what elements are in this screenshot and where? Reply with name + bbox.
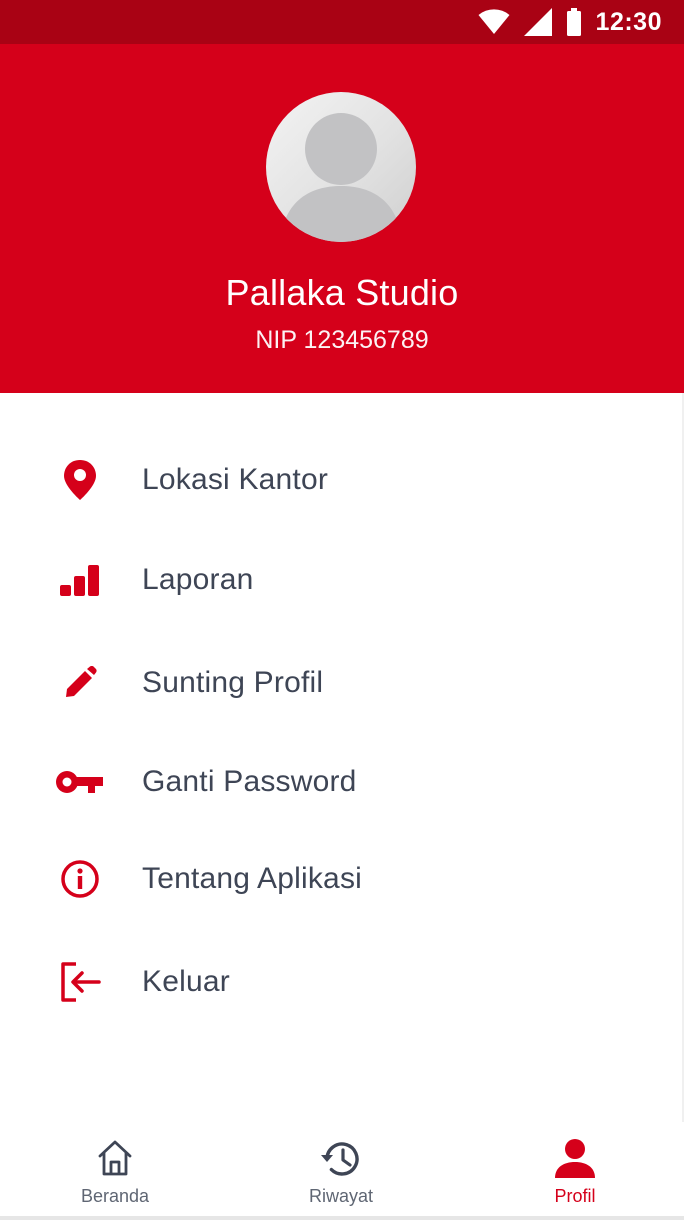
- menu-item-laporan[interactable]: Laporan: [0, 535, 684, 625]
- home-icon: [25, 1138, 205, 1182]
- menu-item-label: Sunting Profil: [142, 666, 324, 699]
- tab-label: Beranda: [80, 1186, 150, 1206]
- bottom-navigation: Beranda Riwayat Profil: [0, 1122, 684, 1218]
- status-time: 12:30: [595, 7, 662, 36]
- user-name: Pallaka Studio: [225, 272, 459, 313]
- bar-chart-icon: [50, 550, 110, 610]
- menu-item-label: Keluar: [142, 965, 230, 998]
- menu-item-label: Tentang Aplikasi: [142, 862, 363, 895]
- info-icon: [50, 849, 110, 909]
- menu-item-label: Laporan: [142, 563, 254, 596]
- menu-item-ganti-password[interactable]: Ganti Password: [0, 737, 684, 827]
- status-bar: 12:30: [0, 0, 684, 44]
- person-icon: [485, 1138, 665, 1182]
- menu-item-tentang-aplikasi[interactable]: Tentang Aplikasi: [0, 834, 684, 924]
- default-avatar-icon: [280, 113, 402, 242]
- menu-item-label: Ganti Password: [142, 765, 357, 798]
- location-pin-icon: [50, 450, 110, 510]
- key-icon: [50, 752, 110, 812]
- avatar[interactable]: [266, 92, 416, 242]
- tab-beranda[interactable]: Beranda: [25, 1122, 205, 1218]
- tab-label: Profil: [554, 1186, 596, 1206]
- user-nip: NIP 123456789: [255, 326, 429, 354]
- cellular-signal-icon: [523, 8, 552, 36]
- menu-item-keluar[interactable]: Keluar: [0, 937, 684, 1027]
- menu-item-sunting-profil[interactable]: Sunting Profil: [0, 638, 684, 728]
- tab-label: Riwayat: [308, 1186, 374, 1206]
- tab-riwayat[interactable]: Riwayat: [251, 1122, 431, 1218]
- menu-item-lokasi-kantor[interactable]: Lokasi Kantor: [0, 435, 684, 525]
- pencil-icon: [50, 653, 110, 713]
- tab-profil[interactable]: Profil: [485, 1122, 665, 1218]
- profile-screen: 12:30 Pallaka Studio NIP 123456789 Lokas…: [0, 0, 684, 1220]
- divider: [0, 1216, 684, 1220]
- profile-header: Pallaka Studio NIP 123456789: [0, 44, 684, 393]
- menu-item-label: Lokasi Kantor: [142, 463, 329, 496]
- wifi-icon: [478, 9, 510, 35]
- battery-icon: [566, 8, 582, 36]
- history-icon: [251, 1138, 431, 1182]
- logout-icon: [50, 952, 110, 1012]
